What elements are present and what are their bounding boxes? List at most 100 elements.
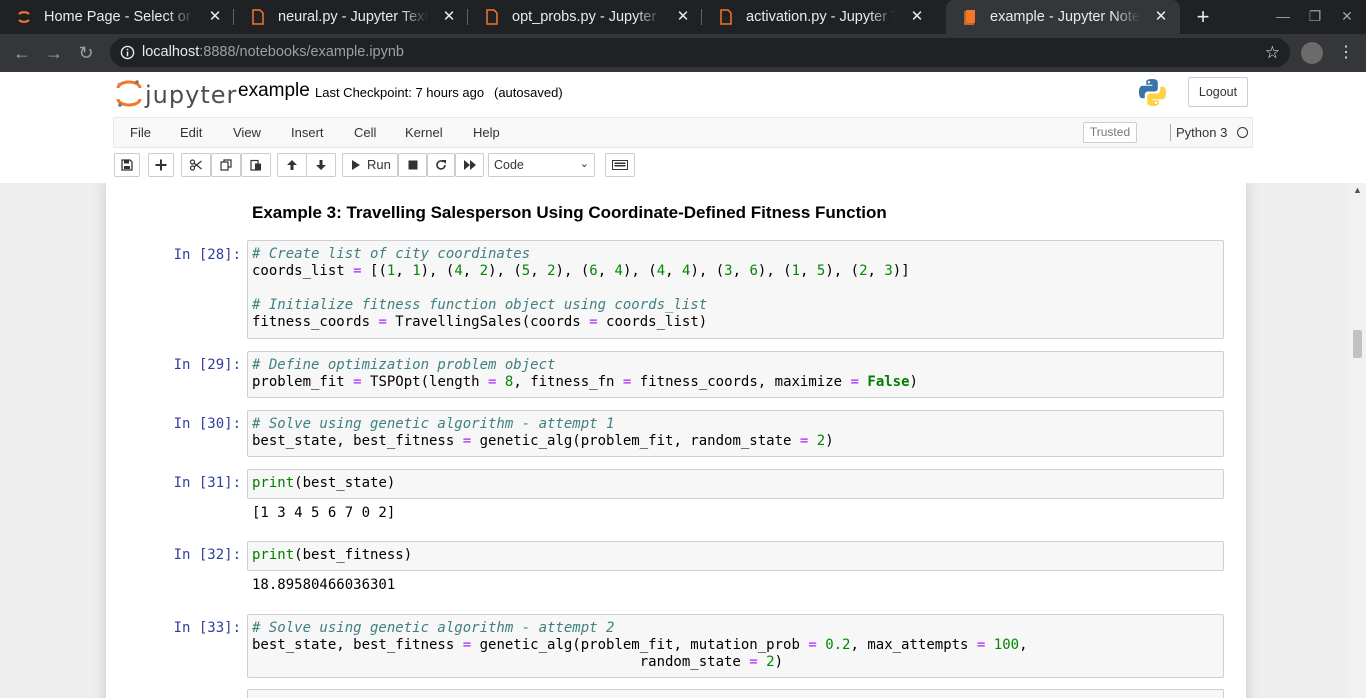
menu-file[interactable]: File: [130, 125, 151, 140]
browser-tab-home[interactable]: Home Page - Select or create a notebook …: [0, 0, 234, 34]
input-prompt: In [31]:: [173, 475, 241, 491]
menu-kernel[interactable]: Kernel: [405, 125, 443, 140]
copy-button[interactable]: [211, 153, 241, 177]
cell-type-value: Code: [494, 158, 524, 172]
copy-icon: [220, 159, 232, 171]
reload-icon[interactable]: ↻: [74, 41, 98, 65]
browser-tab-strip: Home Page - Select or create a notebook …: [0, 0, 1366, 34]
move-down-button[interactable]: [306, 153, 336, 177]
notebook-container: Example 3: Travelling Salesperson Using …: [106, 183, 1246, 698]
notebook-scroll-area[interactable]: Example 3: Travelling Salesperson Using …: [0, 183, 1349, 698]
restart-run-all-button[interactable]: [455, 153, 484, 177]
bookmark-star-icon[interactable]: ☆: [1265, 43, 1280, 63]
cut-button[interactable]: [181, 153, 211, 177]
profile-avatar[interactable]: [1301, 42, 1323, 64]
code-input[interactable]: # Create list of city coordinates coords…: [247, 240, 1224, 339]
restart-kernel-button[interactable]: [427, 153, 455, 177]
paste-button[interactable]: [241, 153, 271, 177]
arrow-up-icon: [287, 160, 297, 170]
code-input[interactable]: # Solve using genetic algorithm - attemp…: [247, 410, 1224, 457]
move-up-button[interactable]: [277, 153, 307, 177]
scrollbar-thumb[interactable]: [1353, 330, 1362, 358]
fast-forward-icon: [463, 160, 476, 170]
notebook-name[interactable]: example: [238, 80, 310, 102]
browser-nav-bar: ← → ↻ localhost:8888/notebooks/example.i…: [0, 34, 1366, 72]
code-input[interactable]: # Define optimization problem object pro…: [247, 351, 1224, 398]
address-bar[interactable]: localhost:8888/notebooks/example.ipynb ☆: [110, 38, 1290, 67]
minimize-icon[interactable]: —: [1273, 6, 1293, 26]
browser-tab-neural[interactable]: neural.py - Jupyter Text Editor ✕: [234, 0, 468, 34]
checkpoint-status: Last Checkpoint: 7 hours ago: [315, 85, 485, 100]
tab-title: example - Jupyter Notebook: [990, 9, 1140, 25]
cell-type-select[interactable]: Code ⌄: [488, 153, 595, 177]
paste-icon: [250, 159, 261, 171]
arrow-down-icon: [316, 160, 326, 170]
notebook-menu-area: File Edit View Insert Cell Kernel Help T…: [0, 117, 1366, 183]
url-text: localhost:8888/notebooks/example.ipynb: [142, 44, 404, 60]
kernel-name: Python 3: [1176, 125, 1228, 140]
notebook-toolbar: Run Code ⌄: [113, 152, 1253, 180]
close-icon[interactable]: ✕: [440, 8, 458, 26]
jupyter-header: jupyter example Last Checkpoint: 7 hours…: [0, 72, 1366, 117]
code-comment: # Create list of city coordinates: [252, 246, 531, 262]
code-comment: # Solve using genetic algorithm - attemp…: [252, 620, 615, 636]
code-input[interactable]: [247, 689, 1224, 698]
jupyter-logo-icon: [18, 11, 30, 23]
close-icon[interactable]: ✕: [206, 8, 224, 26]
new-tab-button[interactable]: +: [1190, 5, 1216, 29]
url-path: :8888/notebooks/example.ipynb: [199, 44, 404, 60]
kernel-divider: [1170, 124, 1171, 141]
insert-cell-button[interactable]: [148, 153, 174, 177]
plus-icon: [155, 159, 167, 171]
jupyter-logo[interactable]: jupyter: [116, 78, 236, 109]
scissors-icon: [189, 159, 202, 171]
back-icon[interactable]: ←: [10, 41, 34, 65]
browser-menu-icon[interactable]: ⋮: [1338, 41, 1354, 65]
cell-output: [1 3 4 5 6 7 0 2]: [252, 505, 396, 521]
restart-icon: [436, 160, 446, 170]
menu-edit[interactable]: Edit: [180, 125, 202, 140]
scroll-up-icon[interactable]: ▲: [1353, 185, 1362, 195]
run-button[interactable]: Run: [342, 153, 398, 177]
menu-insert[interactable]: Insert: [291, 125, 324, 140]
file-icon: [252, 9, 264, 25]
code-input[interactable]: print(best_fitness): [247, 541, 1224, 571]
url-host: localhost: [142, 44, 200, 60]
play-icon: [352, 160, 360, 170]
logout-button[interactable]: Logout: [1188, 77, 1248, 107]
info-icon[interactable]: [120, 45, 135, 60]
jupyter-logo-icon: [116, 80, 142, 107]
browser-tab-example[interactable]: example - Jupyter Notebook ✕: [946, 0, 1180, 34]
save-button[interactable]: [114, 153, 140, 177]
command-palette-button[interactable]: [605, 153, 635, 177]
browser-tab-opt-probs[interactable]: opt_probs.py - Jupyter Text Editor ✕: [468, 0, 702, 34]
input-prompt: In [30]:: [173, 416, 241, 432]
menu-cell[interactable]: Cell: [354, 125, 376, 140]
scrollbar[interactable]: ▲: [1349, 183, 1366, 698]
close-icon[interactable]: ✕: [1152, 8, 1170, 26]
jupyter-wordmark: jupyter: [145, 81, 238, 109]
input-prompt: In [28]:: [173, 247, 241, 263]
menu-help[interactable]: Help: [473, 125, 500, 140]
window-close-icon[interactable]: ✕: [1337, 6, 1357, 26]
restore-icon[interactable]: ❐: [1305, 6, 1325, 26]
trusted-indicator[interactable]: Trusted: [1083, 122, 1137, 143]
input-prompt: In [32]:: [173, 547, 241, 563]
close-icon[interactable]: ✕: [674, 8, 692, 26]
tab-title: neural.py - Jupyter Text Editor: [278, 9, 428, 25]
stop-icon: [408, 160, 417, 170]
menu-view[interactable]: View: [233, 125, 261, 140]
code-input[interactable]: # Solve using genetic algorithm - attemp…: [247, 614, 1224, 678]
notebook-icon: [964, 10, 975, 25]
run-label: Run: [367, 157, 391, 172]
python-logo-icon: [1138, 78, 1167, 107]
forward-icon[interactable]: →: [42, 41, 66, 65]
chevron-down-icon: ⌄: [579, 158, 589, 170]
code-input[interactable]: print(best_state): [247, 469, 1224, 499]
browser-tab-activation[interactable]: activation.py - Jupyter Text Editor ✕: [702, 0, 936, 34]
file-icon: [720, 9, 732, 25]
interrupt-button[interactable]: [398, 153, 427, 177]
cell-output: 18.89580466036301: [252, 577, 396, 593]
keyboard-icon: [612, 160, 628, 170]
close-icon[interactable]: ✕: [908, 8, 926, 26]
